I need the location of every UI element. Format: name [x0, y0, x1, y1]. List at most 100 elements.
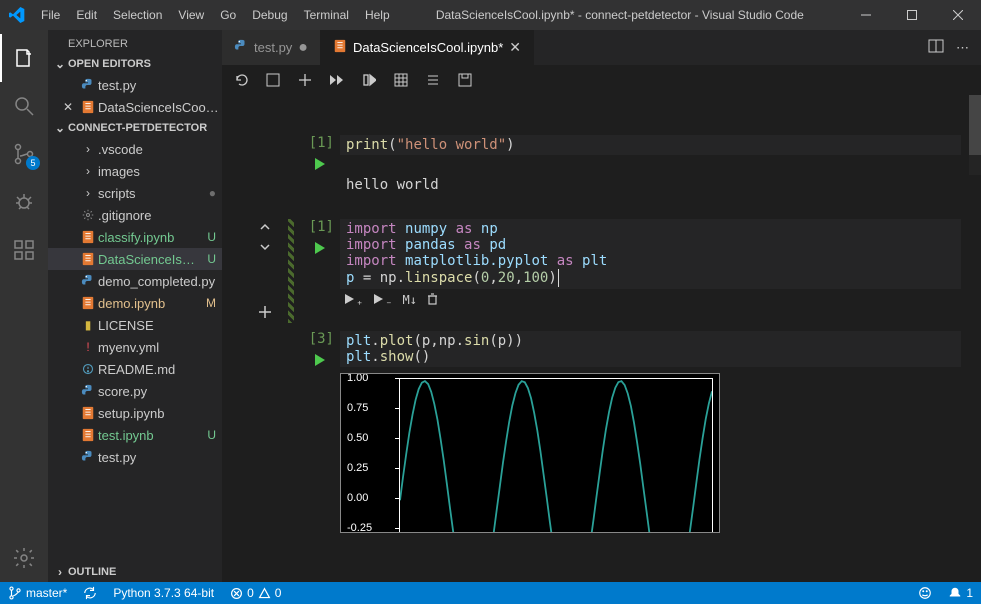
file-icon — [78, 450, 98, 464]
cell-actions: ₊ ₋ M↓ — [340, 289, 961, 310]
add-cell-icon[interactable] — [296, 71, 314, 89]
cell-input[interactable]: plt.plot(p,np.sin(p))plt.show() — [340, 331, 961, 367]
problems-item[interactable]: 0 0 — [222, 586, 289, 600]
explorer-title: EXPLORER — [48, 30, 222, 54]
file-tree-item[interactable]: classify.ipynbU — [48, 226, 222, 248]
file-icon — [78, 406, 98, 420]
chevron-down-icon: ⌄ — [52, 121, 68, 135]
file-tree-item[interactable]: ›scripts● — [48, 182, 222, 204]
explorer-icon[interactable] — [0, 34, 48, 82]
file-tree-item[interactable]: test.ipynbU — [48, 424, 222, 446]
minimap[interactable] — [969, 95, 981, 175]
menu-terminal[interactable]: Terminal — [297, 8, 356, 22]
run-above-icon[interactable]: ₋ — [373, 293, 392, 308]
minimap-thumb[interactable] — [969, 95, 981, 155]
run-cell-icon[interactable] — [300, 157, 340, 175]
file-icon — [234, 39, 248, 56]
file-tree-item[interactable]: setup.ipynb — [48, 402, 222, 424]
file-tree-item[interactable]: ›.vscode — [48, 138, 222, 160]
open-editors-section[interactable]: ⌄ OPEN EDITORS — [48, 54, 222, 74]
to-markdown-button[interactable]: M↓ — [402, 293, 416, 308]
feedback-icon[interactable] — [910, 586, 940, 600]
file-tree-item[interactable]: score.py — [48, 380, 222, 402]
menu-help[interactable]: Help — [358, 8, 397, 22]
notebook-body[interactable]: [1]print("hello world")hello world[1]imp… — [222, 95, 981, 582]
split-editor-icon[interactable] — [928, 38, 944, 57]
open-editor-label: test.py — [98, 78, 222, 93]
menu-selection[interactable]: Selection — [106, 8, 169, 22]
ytick-label: 1.00 — [347, 373, 368, 384]
menu-file[interactable]: File — [34, 8, 67, 22]
search-icon[interactable] — [0, 82, 48, 130]
file-icon — [78, 78, 98, 92]
editor-tab[interactable]: test.py● — [222, 30, 321, 65]
menu-debug[interactable]: Debug — [245, 8, 294, 22]
open-editor-item[interactable]: test.py — [48, 74, 222, 96]
menu-go[interactable]: Go — [213, 8, 243, 22]
save-icon[interactable] — [456, 71, 474, 89]
editor-tab[interactable]: DataScienceIsCool.ipynb* ✕ — [321, 30, 534, 65]
stop-icon[interactable] — [264, 71, 282, 89]
file-label: score.py — [98, 384, 222, 399]
modified-dot: ● — [203, 186, 222, 200]
list-icon[interactable] — [424, 71, 442, 89]
delete-cell-icon[interactable] — [427, 293, 438, 308]
file-tree-item[interactable]: demo_completed.py — [48, 270, 222, 292]
file-icon — [78, 384, 98, 398]
minimize-button[interactable] — [843, 0, 889, 30]
file-tree-item[interactable]: !myenv.yml — [48, 336, 222, 358]
menu-view[interactable]: View — [171, 8, 211, 22]
file-icon — [333, 39, 347, 56]
file-tree-item[interactable]: README.md — [48, 358, 222, 380]
collapse-down-icon[interactable] — [258, 241, 272, 257]
grid-icon[interactable] — [392, 71, 410, 89]
tab-label: test.py — [254, 40, 292, 55]
file-icon: ▮ — [78, 318, 98, 332]
tab-bar: test.py● DataScienceIsCool.ipynb* ✕ ⋯ — [222, 30, 981, 65]
more-actions-icon[interactable]: ⋯ — [956, 40, 969, 56]
chevron-right-icon: › — [52, 565, 68, 579]
settings-gear-icon[interactable] — [0, 534, 48, 582]
file-label: DataScienceIsCo… — [98, 252, 201, 267]
close-tab-icon[interactable]: ✕ — [509, 39, 521, 56]
cell-input[interactable]: print("hello world") — [340, 135, 961, 155]
restart-icon[interactable] — [360, 71, 378, 89]
run-cell-icon[interactable] — [300, 241, 340, 259]
extensions-icon[interactable] — [0, 226, 48, 274]
run-below-icon[interactable]: ₊ — [344, 293, 363, 308]
outline-section[interactable]: › OUTLINE — [48, 562, 222, 582]
notebook-cell: [3]plt.plot(p,np.sin(p))plt.show()1.000.… — [242, 331, 961, 533]
workspace-section[interactable]: ⌄ CONNECT-PETDETECTOR — [48, 118, 222, 138]
notifications-icon[interactable]: 1 — [940, 586, 981, 600]
git-branch-item[interactable]: master* — [0, 586, 75, 600]
file-tree-item[interactable]: DataScienceIsCo…U — [48, 248, 222, 270]
notebook-toolbar — [222, 65, 981, 95]
file-tree-item[interactable]: ▮LICENSE — [48, 314, 222, 336]
close-icon[interactable]: ✕ — [58, 100, 78, 114]
file-icon — [78, 230, 98, 244]
debug-icon[interactable] — [0, 178, 48, 226]
maximize-button[interactable] — [889, 0, 935, 30]
file-tree-item[interactable]: test.py — [48, 446, 222, 468]
cell-input[interactable]: import numpy as npimport pandas as pdimp… — [340, 219, 961, 289]
undo-icon[interactable] — [232, 71, 250, 89]
run-cell-icon[interactable] — [300, 353, 340, 371]
close-button[interactable] — [935, 0, 981, 30]
diff-gutter — [288, 331, 294, 533]
file-label: images — [98, 164, 222, 179]
run-all-icon[interactable] — [328, 71, 346, 89]
collapse-up-icon[interactable] — [258, 221, 272, 237]
file-tree-item[interactable]: ›images — [48, 160, 222, 182]
python-interpreter-item[interactable]: Python 3.7.3 64-bit — [105, 586, 222, 600]
open-editor-item[interactable]: ✕DataScienceIsCoo… — [48, 96, 222, 118]
add-cell-icon[interactable] — [258, 305, 272, 323]
ytick-label: 0.50 — [347, 432, 368, 444]
cell-prompt: [1] — [300, 219, 340, 235]
sync-icon[interactable] — [75, 586, 105, 600]
source-control-icon[interactable]: 5 — [0, 130, 48, 178]
menu-edit[interactable]: Edit — [69, 8, 104, 22]
tab-label: DataScienceIsCool.ipynb* — [353, 40, 503, 55]
file-tree-item[interactable]: demo.ipynbM — [48, 292, 222, 314]
window-title: DataScienceIsCool.ipynb* - connect-petde… — [397, 8, 843, 22]
file-tree-item[interactable]: .gitignore — [48, 204, 222, 226]
